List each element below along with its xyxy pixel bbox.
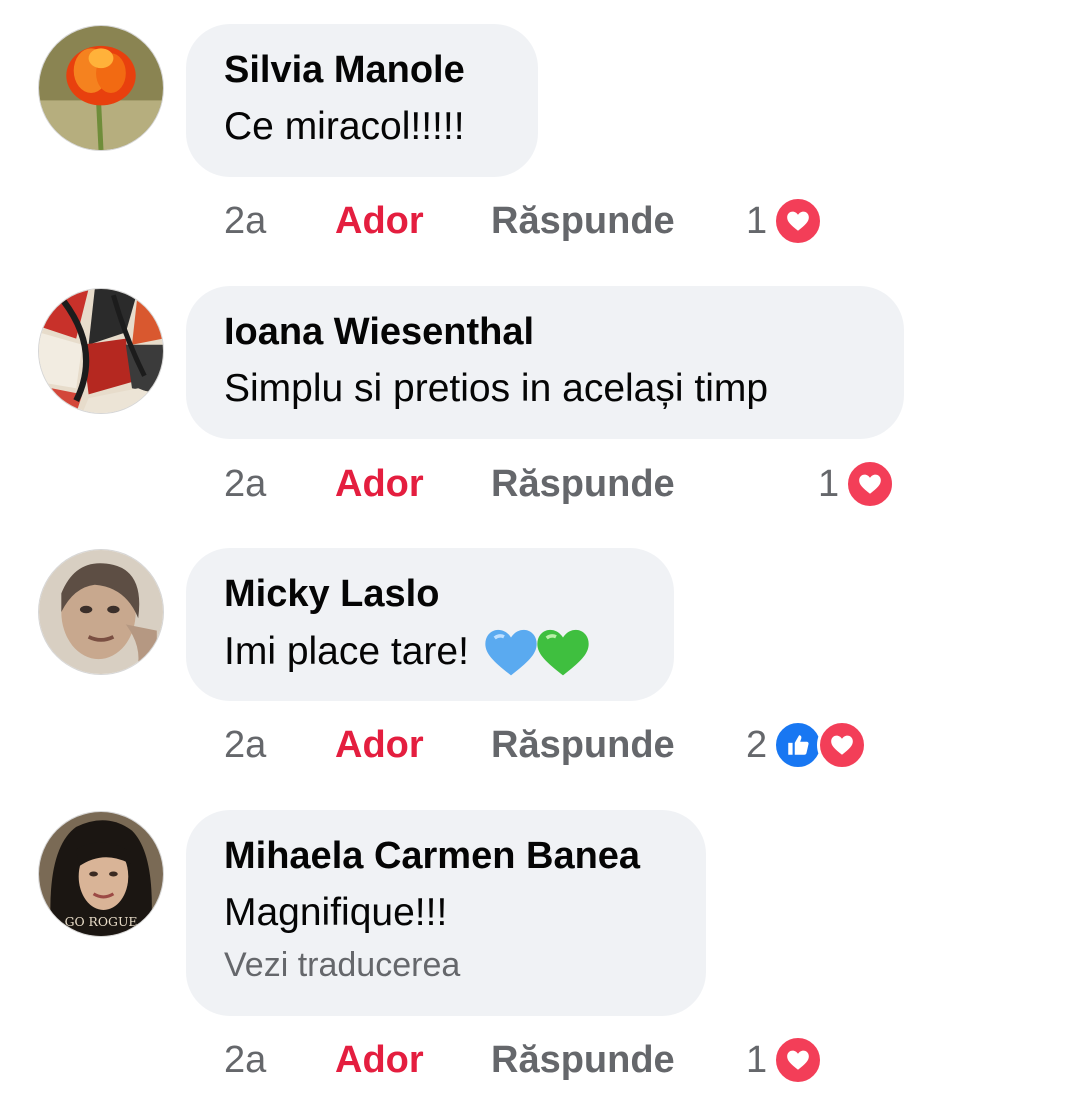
avatar[interactable]	[38, 25, 164, 151]
comment-actions: 2a Ador Răspunde 1	[0, 196, 1080, 246]
reaction-summary[interactable]: 1	[746, 196, 824, 246]
see-translation-link[interactable]: Vezi traducerea	[224, 944, 668, 986]
love-button[interactable]: Ador	[335, 1035, 424, 1085]
avatar[interactable]	[38, 288, 164, 414]
comment-bubble: Micky Laslo Imi place tare!	[186, 548, 674, 701]
reply-button[interactable]: Răspunde	[491, 196, 675, 246]
comment-text: Simplu si pretios in același timp	[224, 364, 866, 414]
avatar-watermark: GO ROGUE	[65, 914, 138, 929]
heart-icon	[817, 720, 868, 770]
comment-bubble: Mihaela Carmen Banea Magnifique!!! Vezi …	[186, 810, 706, 1016]
portrait-photo-image: GO ROGUE	[39, 812, 163, 936]
reply-button[interactable]: Răspunde	[491, 720, 675, 770]
comment-actions: 2a Ador Răspunde 1	[0, 459, 1080, 509]
comment-text: Magnifique!!!	[224, 888, 668, 938]
reaction-count: 1	[746, 200, 768, 242]
love-button[interactable]: Ador	[335, 720, 424, 770]
comment-text: Imi place tare!	[224, 626, 636, 678]
heart-icon	[773, 1035, 824, 1085]
heart-icon	[773, 196, 824, 246]
reaction-count: 1	[746, 1039, 768, 1081]
comment-timestamp[interactable]: 2a	[224, 196, 266, 246]
love-button[interactable]: Ador	[335, 196, 424, 246]
comment-timestamp[interactable]: 2a	[224, 1035, 266, 1085]
comment-author[interactable]: Mihaela Carmen Banea	[224, 833, 668, 879]
comment-timestamp[interactable]: 2a	[224, 459, 266, 509]
love-button[interactable]: Ador	[335, 459, 424, 509]
comment-timestamp[interactable]: 2a	[224, 720, 266, 770]
comment-actions: 2a Ador Răspunde 2	[0, 720, 1080, 770]
poppy-flower-image	[39, 26, 163, 150]
avatar[interactable]	[38, 549, 164, 675]
green-heart-emoji	[535, 626, 591, 678]
comment-actions: 2a Ador Răspunde 1	[0, 1035, 1080, 1085]
reaction-summary[interactable]: 2	[746, 720, 868, 770]
comment-text-content: Magnifique!!!	[224, 891, 448, 934]
comment-author[interactable]: Ioana Wiesenthal	[224, 309, 866, 355]
portrait-painting-image	[39, 550, 163, 674]
heart-icon	[845, 459, 896, 509]
avatar[interactable]: GO ROGUE	[38, 811, 164, 937]
comment-text-content: Imi place tare!	[224, 630, 469, 673]
comment-bubble: Ioana Wiesenthal Simplu si pretios in ac…	[186, 286, 904, 439]
reaction-count: 2	[746, 724, 768, 766]
comment-author[interactable]: Silvia Manole	[224, 47, 500, 93]
abstract-art-image	[39, 289, 163, 413]
comment-text-content: Simplu si pretios in același timp	[224, 367, 769, 410]
comment-text-content: Ce miracol!!!!!	[224, 105, 465, 148]
reaction-summary[interactable]: 1	[746, 1035, 824, 1085]
reaction-summary[interactable]: 1	[818, 459, 896, 509]
reaction-count: 1	[818, 463, 840, 505]
reply-button[interactable]: Răspunde	[491, 1035, 675, 1085]
comment-author[interactable]: Micky Laslo	[224, 571, 636, 617]
reply-button[interactable]: Răspunde	[491, 459, 675, 509]
comment-bubble: Silvia Manole Ce miracol!!!!!	[186, 24, 538, 177]
like-icon	[773, 720, 824, 770]
blue-heart-emoji	[483, 626, 539, 678]
comment-text: Ce miracol!!!!!	[224, 102, 500, 152]
